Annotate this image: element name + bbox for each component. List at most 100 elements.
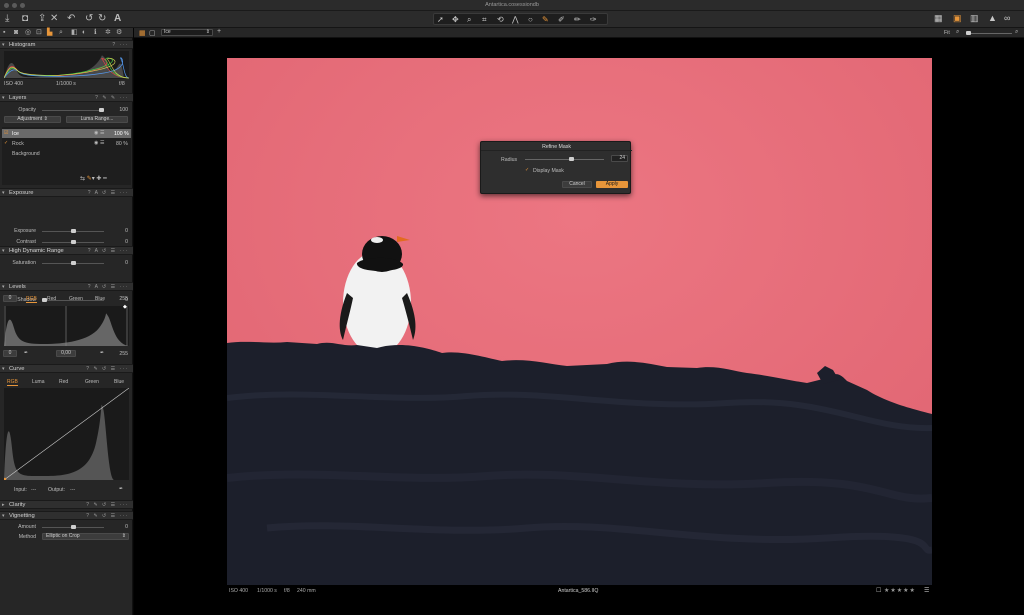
section-controls[interactable]: ? A ↺ ☰ ··· xyxy=(88,248,129,254)
text-icon[interactable]: A xyxy=(114,14,121,24)
levels-tab-blue[interactable]: Blue xyxy=(95,296,105,302)
levels-tab-red[interactable]: Red xyxy=(47,296,56,302)
exposure-row-0-slider[interactable] xyxy=(42,229,104,233)
zoom-out-icon[interactable]: ⌕ xyxy=(956,29,959,36)
curve-picker-icon[interactable]: ✒ xyxy=(119,486,123,492)
warning-icon[interactable]: ▲ xyxy=(988,13,997,23)
amount-slider[interactable] xyxy=(42,525,104,529)
spot-tool-icon[interactable]: ○ xyxy=(528,15,533,24)
radius-slider[interactable] xyxy=(525,157,604,161)
eraser-tool-icon[interactable]: ✐ xyxy=(558,15,565,24)
pan-tool-icon[interactable]: ✥ xyxy=(452,15,459,24)
curve-graph[interactable] xyxy=(4,388,129,480)
section-controls[interactable]: ? A ↺ ☰ ··· xyxy=(88,190,129,196)
export-icon[interactable]: ⇪ xyxy=(38,14,46,24)
adjustment-dropdown[interactable]: Adjustment ⇕ xyxy=(4,116,61,123)
add-layer-icon[interactable]: + xyxy=(217,28,221,35)
details-tab-icon[interactable]: ◐ xyxy=(82,29,86,37)
rotate-tool-icon[interactable]: ⟲ xyxy=(497,15,504,24)
gradient-tool-icon[interactable]: ✏ xyxy=(574,15,581,24)
levels-left-input[interactable]: 0 xyxy=(3,295,17,302)
section-controls[interactable]: ? ✎ ↺ ☰ ··· xyxy=(86,502,129,508)
multi-view-icon[interactable]: ▦ xyxy=(139,29,146,37)
levels-white-handle[interactable]: ◆ xyxy=(123,304,127,310)
delete-icon[interactable]: ✕ xyxy=(50,14,58,24)
zoom-slider[interactable] xyxy=(966,31,1012,35)
amount-slider-knob[interactable] xyxy=(70,525,76,529)
camera-icon[interactable]: ◘ xyxy=(22,14,28,24)
levels-bottom-left-input[interactable]: 0 xyxy=(3,350,17,357)
capture-tab-icon[interactable]: ◙ xyxy=(14,29,18,37)
crop-tab-icon[interactable]: ⊡ xyxy=(36,29,42,37)
rotate-left-icon[interactable]: ↶ xyxy=(67,14,75,24)
exposure-tab-icon[interactable]: ◧ xyxy=(71,29,78,37)
import-icon[interactable]: ⤓ xyxy=(5,14,9,24)
cursor-tool-icon[interactable]: ➚ xyxy=(437,15,444,24)
brush-tool-icon[interactable]: ✎ xyxy=(542,15,549,24)
section-controls[interactable]: ? ✎ ↺ ☰ ··· xyxy=(86,366,129,372)
cancel-button[interactable]: Cancel xyxy=(562,181,592,188)
levels-tab-green[interactable]: Green xyxy=(69,296,83,302)
section-controls[interactable]: ? A ↺ ☰ ··· xyxy=(88,284,129,290)
curve-tab-rgb[interactable]: RGB xyxy=(7,379,18,386)
settings-tab-icon[interactable]: ✲ xyxy=(105,29,111,37)
menu-icon[interactable]: ☰ xyxy=(924,587,929,594)
exposure-row-1-slider-knob[interactable] xyxy=(70,239,76,244)
radius-slider-knob[interactable] xyxy=(569,157,575,161)
glasses-icon[interactable]: ∞ xyxy=(1004,13,1010,23)
display-mask-checkbox[interactable]: ✓ xyxy=(525,167,529,173)
color-tab-icon[interactable]: ⌕ xyxy=(59,29,63,37)
apply-button[interactable]: Apply xyxy=(596,181,628,188)
library-tab-icon[interactable]: ▪ xyxy=(3,29,5,37)
section-controls[interactable]: ? ✎ ✎ ··· xyxy=(95,95,129,101)
grid-view-icon[interactable]: ▦ xyxy=(934,13,943,23)
undo-icon[interactable]: ↺ xyxy=(85,14,93,24)
layer-row-ice[interactable]: ☑ Ice ◉ ☰ 100 % xyxy=(2,129,131,138)
levels-tab-rgb[interactable]: RGB xyxy=(26,296,37,303)
section-controls[interactable]: ? ✎ ↺ ☰ ··· xyxy=(86,513,129,519)
lens-tab-icon[interactable]: ◎ xyxy=(25,29,31,37)
exposure-row-3-slider-knob[interactable] xyxy=(70,260,76,265)
layer-select-dropdown[interactable]: Ice ⇕ xyxy=(161,29,213,36)
layer-row-rock[interactable]: ✓ Rock ◉ ☰ 80 % xyxy=(2,139,131,148)
layers-header[interactable]: ▾ Layers ? ✎ ✎ ··· xyxy=(0,93,133,102)
viewer-icon[interactable]: ▣ xyxy=(953,13,962,23)
layer-row-background[interactable]: Background xyxy=(2,149,131,158)
vignetting-header[interactable]: ▾ Vignetting ? ✎ ↺ ☰ ··· xyxy=(0,511,133,520)
levels-header[interactable]: ▾ Levels ? A ↺ ☰ ··· xyxy=(0,282,133,291)
eye-icon[interactable]: ◉ ☰ xyxy=(94,140,105,146)
levels-mid-input[interactable]: 0,00 xyxy=(56,350,76,357)
layer-check-icon[interactable]: ☑ xyxy=(4,130,9,136)
rating-stars[interactable]: ★★★★★ xyxy=(884,587,916,594)
histogram-header[interactable]: ▾ Histogram ? ··· xyxy=(0,40,133,49)
eyedropper-black-icon[interactable]: ✒ xyxy=(24,350,28,356)
opacity-slider[interactable] xyxy=(42,108,104,112)
method-dropdown[interactable]: Elliptic on Crop ⇕ xyxy=(42,533,129,540)
exposure-header[interactable]: ▾ Exposure ? A ↺ ☰ ··· xyxy=(0,188,133,197)
filmstrip-icon[interactable]: ▥ xyxy=(970,13,979,23)
eye-icon[interactable]: ◉ ☰ xyxy=(94,130,105,136)
batch-tab-icon[interactable]: ⚙ xyxy=(116,29,122,37)
luma-range-button[interactable]: Luma Range... xyxy=(66,116,128,123)
single-view-icon[interactable]: ▢ xyxy=(149,29,156,37)
image-viewer[interactable]: ISO 400 1/1000 s f/8 240 mm Antartica_58… xyxy=(134,38,1024,615)
curve-header[interactable]: ▾ Curve ? ✎ ↺ ☰ ··· xyxy=(0,364,133,373)
section-controls[interactable]: ? ··· xyxy=(112,42,129,48)
radius-input[interactable]: 24 xyxy=(611,155,628,162)
color-picker-icon[interactable]: ✑ xyxy=(590,15,597,24)
zoom-slider-knob[interactable] xyxy=(966,31,971,35)
layers-tab-icon[interactable]: ▙ xyxy=(47,29,52,37)
layer-check-icon[interactable]: ✓ xyxy=(4,140,8,146)
fit-button[interactable]: Fit xyxy=(944,30,950,36)
curve-tab-luma[interactable]: Luma xyxy=(32,379,45,385)
curve-tab-green[interactable]: Green xyxy=(85,379,99,385)
exposure-row-3-slider[interactable] xyxy=(42,260,104,265)
exposure-row-0-slider-knob[interactable] xyxy=(70,229,76,233)
clarity-header[interactable]: ▸ Clarity ? ✎ ↺ ☰ ··· xyxy=(0,500,133,509)
opacity-slider-knob[interactable] xyxy=(99,108,104,112)
keystone-tool-icon[interactable]: ⋀ xyxy=(512,15,519,24)
hdr-header[interactable]: ▾ High Dynamic Range ? A ↺ ☰ ··· xyxy=(0,246,133,255)
curve-tab-blue[interactable]: Blue xyxy=(114,379,124,385)
photo[interactable] xyxy=(227,58,932,585)
crop-tool-icon[interactable]: ⌗ xyxy=(482,15,487,24)
